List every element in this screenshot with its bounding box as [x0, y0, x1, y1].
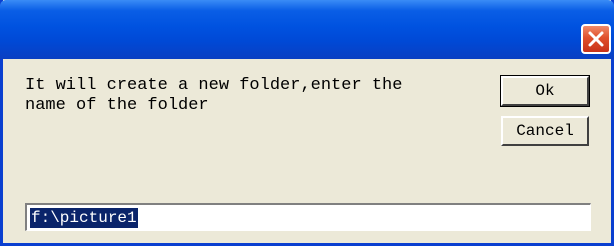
close-icon	[588, 31, 604, 47]
folder-name-value: f:\picture1	[30, 208, 138, 228]
close-button[interactable]	[581, 24, 611, 54]
ok-button[interactable]: Ok	[500, 75, 590, 107]
dialog-message: It will create a new folder,enter the na…	[25, 76, 403, 115]
cancel-button[interactable]: Cancel	[501, 116, 589, 146]
folder-name-input[interactable]: f:\picture1	[25, 203, 591, 231]
title-bar[interactable]	[0, 0, 614, 59]
dialog-window: It will create a new folder,enter the na…	[0, 0, 614, 246]
